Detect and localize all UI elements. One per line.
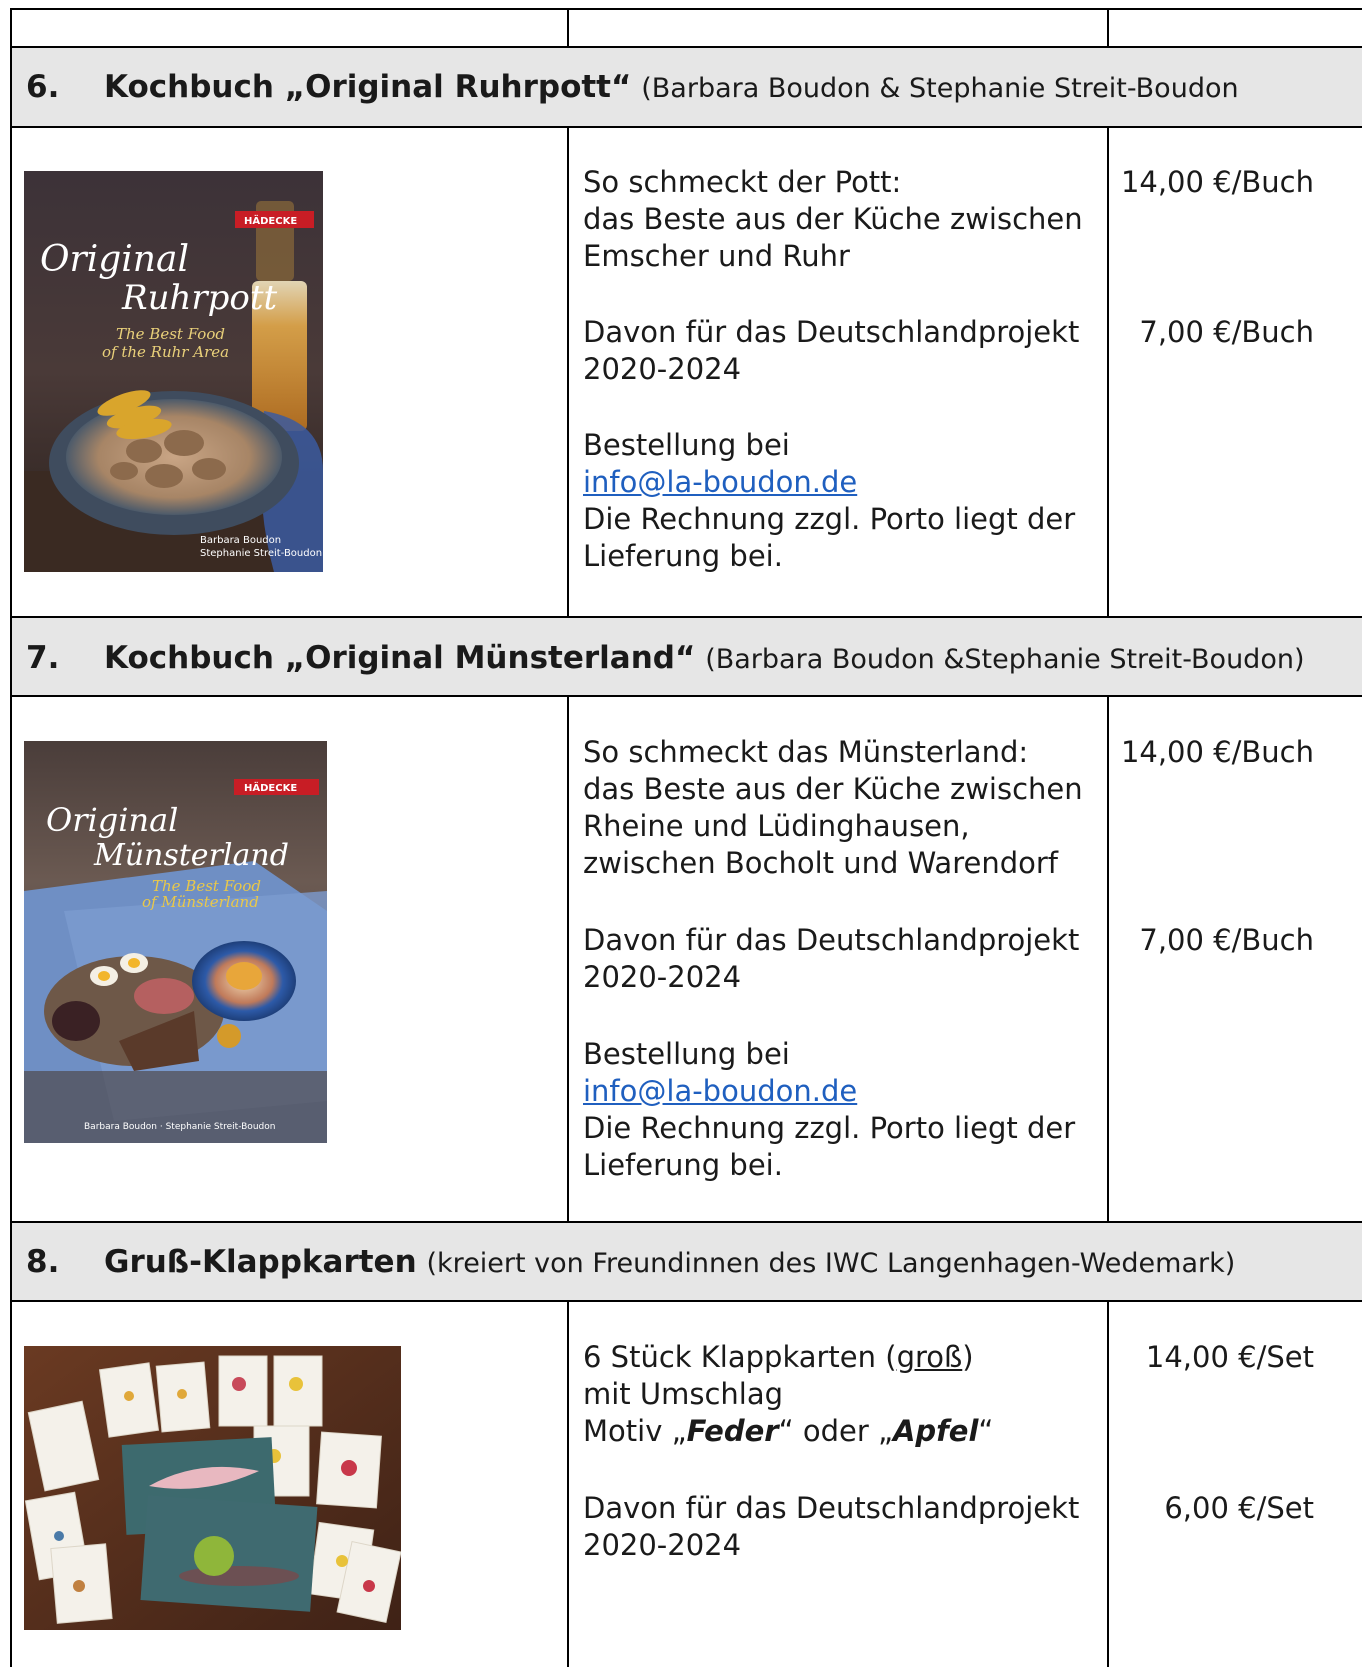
border-h3 xyxy=(10,616,1362,618)
desc-post: ) xyxy=(962,1340,974,1374)
cover-publisher: HÄDECKE xyxy=(244,780,297,794)
project-line: Davon für das Deutschlandprojekt xyxy=(583,1491,1080,1525)
desc-line: So schmeckt der Pott: xyxy=(583,165,902,199)
section-8-heading: 8. Gruß-Klappkarten (kreiert von Freundin… xyxy=(26,1242,1235,1284)
section-7-project: Davon für das Deutschlandprojekt 2020-20… xyxy=(583,922,1103,996)
section-title: Kochbuch „Original Münsterland“ xyxy=(104,640,696,676)
section-title: Kochbuch „Original Ruhrpott“ xyxy=(104,69,632,105)
motif-pre: Motiv „ xyxy=(583,1414,687,1448)
cover-title-1: Original xyxy=(40,239,189,280)
email-link[interactable]: info@la-boudon.de xyxy=(583,465,857,499)
order-label: Bestellung bei xyxy=(583,428,790,462)
section-6-order: Bestellung bei info@la-boudon.de Die Rec… xyxy=(583,427,1103,575)
border-v-s6a xyxy=(567,126,569,617)
desc-line: das Beste aus der Küche zwischen xyxy=(583,202,1083,236)
motif-mid: “ oder „ xyxy=(778,1414,893,1448)
desc-line-2: mit Umschlag xyxy=(583,1377,784,1411)
border-left xyxy=(10,8,12,1667)
desc-pre: 6 Stück Klappkarten ( xyxy=(583,1340,897,1374)
border-h6 xyxy=(10,1300,1362,1302)
greeting-cards-photo xyxy=(24,1346,401,1630)
invoice-line: Lieferung bei. xyxy=(583,539,783,573)
section-title: Gruß-Klappkarten xyxy=(104,1244,417,1280)
border-v-s7b xyxy=(1107,695,1109,1222)
border-h1 xyxy=(10,46,1362,48)
section-8-description: 6 Stück Klappkarten (groß) mit Umschlag … xyxy=(583,1339,1103,1450)
motif-line: Motiv „Feder“ oder „Apfel“ xyxy=(583,1413,1103,1450)
invoice-line: Die Rechnung zzgl. Porto liegt der xyxy=(583,1111,1076,1145)
cover-author-1: Barbara Boudon xyxy=(200,535,281,546)
border-v-s6b xyxy=(1107,126,1109,617)
project-line: Davon für das Deutschlandprojekt xyxy=(583,315,1080,349)
cover-author-2: Stephanie Streit-Boudon xyxy=(200,548,322,559)
cover-tagline-1: The Best Food xyxy=(116,325,225,343)
project-line: 2020-2024 xyxy=(583,1528,742,1562)
book-cover-ruhrpott: HÄDECKE Original Ruhrpott The Best Food … xyxy=(24,171,323,572)
border-h4 xyxy=(10,695,1362,697)
book-cover-muensterland: HÄDECKE Original Münsterland The Best Fo… xyxy=(24,741,327,1143)
section-7-heading: 7. Kochbuch „Original Münsterland“ (Barba… xyxy=(26,638,1305,680)
cover-tagline-2: of the Ruhr Area xyxy=(102,343,229,361)
cover-authors: Barbara Boudon · Stephanie Streit-Boudon xyxy=(84,1122,275,1132)
border-h5 xyxy=(10,1221,1362,1223)
price: 14,00 €/Buch xyxy=(1120,735,1314,769)
border-v-top1 xyxy=(567,8,569,47)
order-label: Bestellung bei xyxy=(583,1037,790,1071)
desc-line: Emscher und Ruhr xyxy=(583,239,850,273)
donation-amount: 6,00 €/Set xyxy=(1164,1491,1314,1525)
cover-title-2: Münsterland xyxy=(93,838,289,873)
section-6-heading: 6. Kochbuch „Original Ruhrpott“ (Barbara … xyxy=(26,67,1239,109)
desc-line: Rheine und Lüdinghausen, xyxy=(583,809,970,843)
email-link[interactable]: info@la-boudon.de xyxy=(583,1074,857,1108)
section-6-description: So schmeckt der Pott: das Beste aus der … xyxy=(583,164,1103,275)
border-v-s8b xyxy=(1107,1300,1109,1667)
section-number: 6. xyxy=(26,69,60,105)
cover-tagline-2: of Münsterland xyxy=(142,893,259,911)
motif-apfel: Apfel xyxy=(892,1414,979,1448)
section-6-project: Davon für das Deutschlandprojekt 2020-20… xyxy=(583,314,1103,388)
cover-publisher: HÄDECKE xyxy=(244,213,297,227)
section-7-description: So schmeckt das Münsterland: das Beste a… xyxy=(583,734,1103,882)
border-v-s8a xyxy=(567,1300,569,1667)
invoice-line: Lieferung bei. xyxy=(583,1148,783,1182)
section-number: 8. xyxy=(26,1244,60,1280)
section-7-order: Bestellung bei info@la-boudon.de Die Rec… xyxy=(583,1036,1103,1184)
motif-post: “ xyxy=(978,1414,994,1448)
section-number: 7. xyxy=(26,640,60,676)
motif-feder: Feder xyxy=(686,1414,779,1448)
desc-line: So schmeckt das Münsterland: xyxy=(583,735,1029,769)
border-top xyxy=(10,8,1362,10)
desc-line: zwischen Bocholt und Warendorf xyxy=(583,846,1058,880)
desc-size: groß xyxy=(896,1340,963,1374)
border-h2 xyxy=(10,126,1362,128)
cover-title-1: Original xyxy=(46,801,178,839)
cover-title-2: Ruhrpott xyxy=(121,278,278,318)
section-subtitle: (kreiert von Freundinnen des IWC Langenh… xyxy=(426,1248,1236,1279)
project-line: 2020-2024 xyxy=(583,960,742,994)
desc-line: das Beste aus der Küche zwischen xyxy=(583,772,1083,806)
project-line: 2020-2024 xyxy=(583,352,742,386)
price: 14,00 €/Buch xyxy=(1120,165,1314,199)
invoice-line: Die Rechnung zzgl. Porto liegt der xyxy=(583,502,1076,536)
donation-amount: 7,00 €/Buch xyxy=(1139,315,1314,349)
border-v-s7a xyxy=(567,695,569,1222)
price: 14,00 €/Set xyxy=(1145,1340,1314,1374)
section-subtitle: (Barbara Boudon & Stephanie Streit-Boudo… xyxy=(641,73,1239,104)
desc-line-1: 6 Stück Klappkarten (groß) xyxy=(583,1339,1103,1376)
donation-amount: 7,00 €/Buch xyxy=(1139,923,1314,957)
project-line: Davon für das Deutschlandprojekt xyxy=(583,923,1080,957)
section-subtitle: (Barbara Boudon &Stephanie Streit-Boudon… xyxy=(705,644,1305,675)
section-8-project: Davon für das Deutschlandprojekt 2020-20… xyxy=(583,1490,1103,1564)
border-v-top2 xyxy=(1107,8,1109,47)
